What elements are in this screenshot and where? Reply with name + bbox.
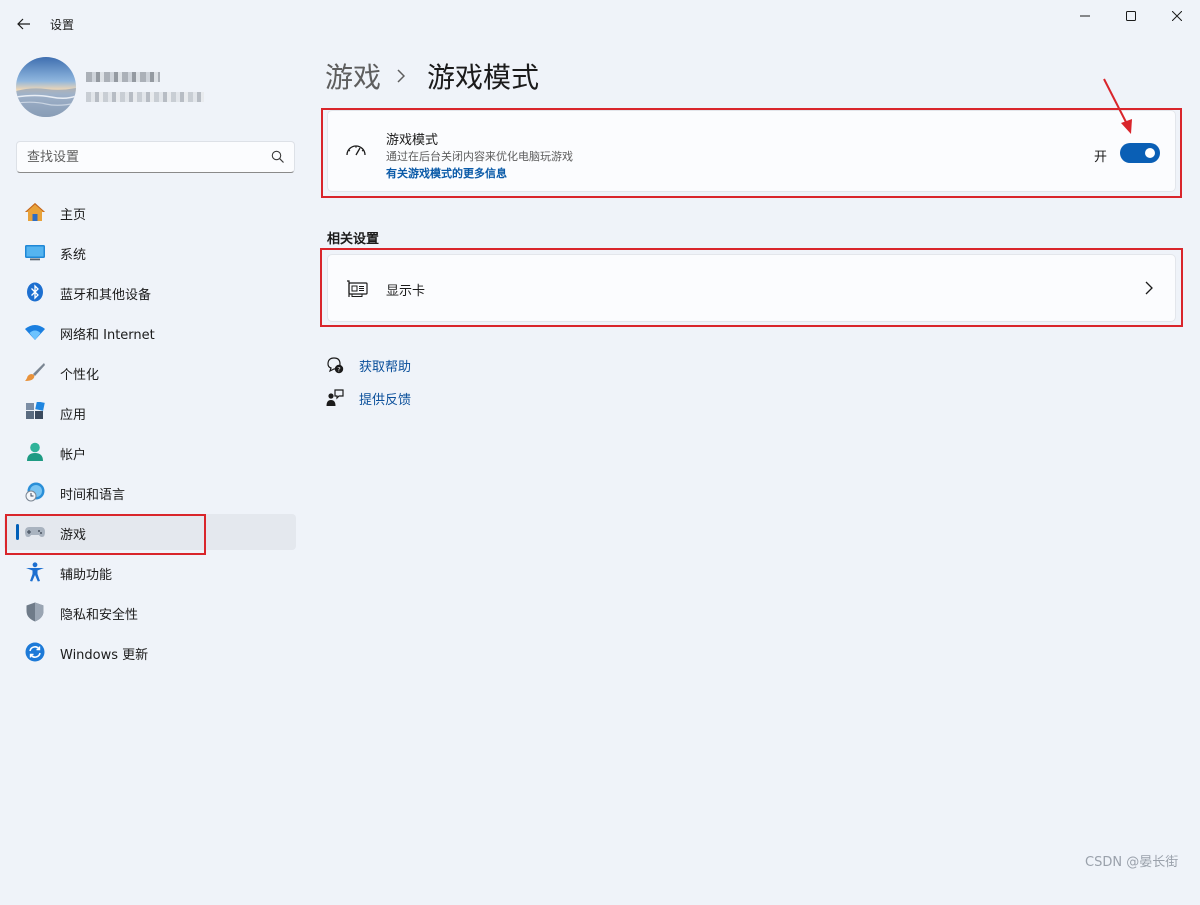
wifi-icon <box>24 322 46 342</box>
time-language-icon <box>24 482 46 502</box>
sidebar-item-apps[interactable]: 应用 <box>4 394 296 430</box>
speedometer-icon <box>346 145 366 156</box>
toggle-knob <box>1145 148 1155 158</box>
maximize-icon <box>1126 11 1136 21</box>
game-mode-card: 游戏模式 通过在后台关闭内容来优化电脑玩游戏 有关游戏模式的更多信息 开 <box>327 110 1176 192</box>
minimize-icon <box>1080 15 1090 17</box>
annotation-arrow-icon <box>1103 78 1132 134</box>
toggle-state-label: 开 <box>1094 150 1108 165</box>
active-indicator <box>16 524 19 540</box>
search-box[interactable] <box>16 141 295 173</box>
sidebar-item-label: 蓝牙和其他设备 <box>60 288 152 303</box>
maximize-button[interactable] <box>1108 0 1154 32</box>
sidebar-item-network[interactable]: 网络和 Internet <box>4 314 296 350</box>
get-help-link[interactable]: 获取帮助 <box>359 356 411 375</box>
sidebar-item-windows-update[interactable]: Windows 更新 <box>4 634 296 670</box>
title-bar: 设置 <box>0 0 1200 46</box>
avatar-image <box>16 88 76 117</box>
related-item-graphics[interactable]: 显示卡 <box>327 254 1176 322</box>
game-mode-more-info-link[interactable]: 有关游戏模式的更多信息 <box>386 165 507 181</box>
related-settings-heading: 相关设置 <box>327 232 380 247</box>
sidebar-item-system[interactable]: 系统 <box>4 234 296 270</box>
sidebar-item-label: 时间和语言 <box>60 488 126 503</box>
svg-text:?: ? <box>337 365 340 373</box>
sidebar-item-label: 主页 <box>60 208 87 223</box>
back-button[interactable] <box>10 10 38 38</box>
shield-icon <box>24 602 46 622</box>
sidebar-nav: 主页 系统 蓝牙和其他设备 网络和 Internet 个性化 应用 帐户 时间和… <box>4 194 296 674</box>
game-mode-toggle[interactable] <box>1120 143 1160 163</box>
minimize-button[interactable] <box>1062 0 1108 32</box>
apps-icon <box>24 402 46 422</box>
sidebar-item-home[interactable]: 主页 <box>4 194 296 230</box>
close-button[interactable] <box>1154 0 1200 32</box>
sidebar-item-label: 帐户 <box>60 448 87 463</box>
app-title: 设置 <box>50 18 75 32</box>
sidebar-item-label: 隐私和安全性 <box>60 608 139 623</box>
game-mode-title: 游戏模式 <box>386 133 439 148</box>
windows-update-icon <box>24 642 46 662</box>
system-icon <box>24 242 46 262</box>
search-input[interactable] <box>27 148 257 166</box>
gamepad-icon <box>24 522 46 542</box>
graphics-card-icon <box>347 280 368 297</box>
search-icon[interactable] <box>271 150 285 164</box>
sidebar-item-personalization[interactable]: 个性化 <box>4 354 296 390</box>
sidebar-item-label: 个性化 <box>60 368 100 383</box>
get-help-row[interactable]: ? 获取帮助 <box>325 354 411 376</box>
sidebar-item-label: 游戏 <box>60 528 87 543</box>
bluetooth-icon <box>24 282 46 302</box>
chevron-right-icon <box>397 69 409 83</box>
feedback-row[interactable]: 提供反馈 <box>325 387 411 409</box>
game-mode-description: 通过在后台关闭内容来优化电脑玩游戏 <box>386 150 573 163</box>
close-icon <box>1172 11 1182 21</box>
related-item-label: 显示卡 <box>386 284 426 299</box>
sidebar-item-label: 辅助功能 <box>60 568 113 583</box>
home-icon <box>24 202 46 222</box>
brush-icon <box>24 362 46 382</box>
sidebar-item-label: 网络和 Internet <box>60 328 155 343</box>
avatar[interactable] <box>16 57 76 117</box>
help-icon: ? <box>325 355 345 375</box>
feedback-icon <box>325 388 345 408</box>
sidebar-item-gaming[interactable]: 游戏 <box>4 514 296 550</box>
sidebar-item-time-language[interactable]: 时间和语言 <box>4 474 296 510</box>
sidebar-item-bluetooth[interactable]: 蓝牙和其他设备 <box>4 274 296 310</box>
feedback-link[interactable]: 提供反馈 <box>359 389 411 408</box>
sidebar-item-label: 系统 <box>60 248 87 263</box>
sidebar-item-label: Windows 更新 <box>60 648 149 663</box>
breadcrumb-parent[interactable]: 游戏 <box>325 56 381 96</box>
profile-name-redacted <box>86 72 160 82</box>
sidebar-item-accounts[interactable]: 帐户 <box>4 434 296 470</box>
breadcrumb: 游戏 游戏模式 <box>325 56 539 96</box>
back-arrow-icon <box>17 18 30 30</box>
chevron-right-icon <box>1145 281 1153 295</box>
page-title: 游戏模式 <box>427 61 540 94</box>
sidebar-item-privacy[interactable]: 隐私和安全性 <box>4 594 296 630</box>
account-icon <box>24 442 46 462</box>
sidebar-item-accessibility[interactable]: 辅助功能 <box>4 554 296 590</box>
profile-email-redacted <box>86 92 204 102</box>
watermark: CSDN @晏长街 <box>1085 855 1179 870</box>
sidebar-item-label: 应用 <box>60 408 87 423</box>
accessibility-icon <box>24 562 46 582</box>
